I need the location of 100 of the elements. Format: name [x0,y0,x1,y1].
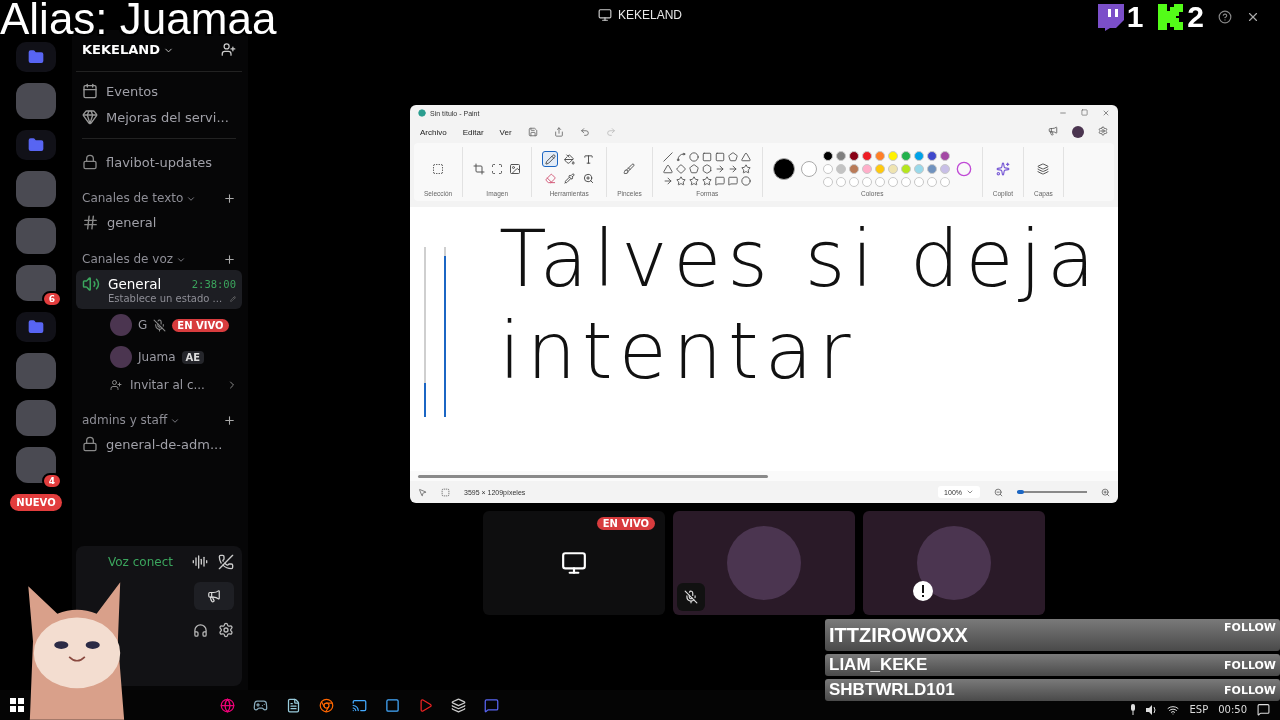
add-channel-icon[interactable] [223,191,236,205]
shape-icon[interactable] [727,151,738,162]
document-icon[interactable] [286,697,301,713]
shape-icon[interactable] [740,163,751,174]
screen-share-tile[interactable]: EN VIVO [483,511,665,615]
headphones-icon[interactable] [193,622,208,638]
voice-channel[interactable]: General 2:38:00 Establece un estado ... [76,270,242,309]
drawing-canvas[interactable]: Talves si deja intentar [410,207,1118,471]
shape-icon[interactable] [714,163,725,174]
color-swatch[interactable] [900,150,911,161]
server-icon[interactable] [16,218,56,254]
clock[interactable]: 00:50 [1218,704,1247,715]
menu-item[interactable]: Archivo [420,127,447,137]
empty-swatch[interactable] [874,176,885,187]
tool-button[interactable] [542,151,559,167]
participant-tile[interactable] [863,511,1045,615]
empty-swatch[interactable] [835,176,846,187]
server-icon[interactable] [16,353,56,389]
color-swatch[interactable] [874,163,885,174]
browser-icon[interactable] [319,697,334,713]
layers-icon[interactable] [1037,162,1050,175]
disconnect-icon[interactable] [218,554,234,570]
color-swatch[interactable] [874,150,885,161]
shape-icon[interactable] [740,175,751,186]
server-icon[interactable] [16,171,56,207]
soundboard-button[interactable] [194,582,234,610]
play-icon[interactable] [418,697,433,713]
resize-icon[interactable] [491,162,504,175]
shape-icon[interactable] [675,175,686,186]
shape-icon[interactable] [701,163,712,174]
category-header[interactable]: admins y staff [82,413,181,427]
color-swatch[interactable] [835,150,846,161]
voice-member[interactable]: G EN VIVO [76,309,242,341]
add-channel-icon[interactable] [223,413,236,427]
shape-icon[interactable] [662,163,673,174]
shape-icon[interactable] [727,163,738,174]
shape-icon[interactable] [701,151,712,162]
text-channel[interactable]: flavibot-updates [76,149,242,175]
category-header[interactable]: Canales de voz [82,252,187,266]
shape-icon[interactable] [662,175,673,186]
color-swatch[interactable] [939,163,950,174]
shape-icon[interactable] [662,151,673,162]
color-swatch[interactable] [887,150,898,161]
shape-icon[interactable] [714,151,725,162]
color-swatch[interactable] [822,150,833,161]
share-icon[interactable] [553,127,564,137]
megaphone-icon[interactable] [1048,126,1058,136]
color-swatch[interactable] [861,150,872,161]
empty-swatch[interactable] [861,176,872,187]
color-swatch[interactable] [926,163,937,174]
color-swatch[interactable] [913,150,924,161]
selection-icon[interactable] [432,162,445,175]
language-indicator[interactable]: ESP [1189,704,1209,715]
server-icon[interactable] [16,83,56,119]
undo-icon[interactable] [579,127,590,137]
color-swatch[interactable] [861,163,872,174]
tool-button[interactable] [561,170,578,186]
color-swatch[interactable] [887,163,898,174]
gamepad-icon[interactable] [253,697,268,713]
color-swatch[interactable] [939,150,950,161]
server-folder[interactable] [16,312,56,342]
color-swatch[interactable] [900,163,911,174]
add-channel-icon[interactable] [223,252,236,266]
settings-icon[interactable] [218,622,234,638]
brush-icon[interactable] [623,162,636,175]
empty-swatch[interactable] [926,176,937,187]
new-badge[interactable]: NUEVO [10,494,62,511]
app-icon[interactable] [451,697,466,713]
server-folder[interactable] [16,42,56,72]
save-icon[interactable] [527,127,538,137]
sidebar-item[interactable]: Eventos [76,78,242,104]
color-swatch[interactable] [822,163,833,174]
audio-icon[interactable] [192,554,208,570]
app-icon[interactable] [352,697,367,713]
sidebar-item[interactable]: Mejoras del servi... [76,104,242,130]
maximize-icon[interactable] [1081,109,1088,116]
copilot-icon[interactable] [995,161,1010,176]
color-swatch[interactable] [835,163,846,174]
shape-icon[interactable] [675,151,686,162]
shape-icon[interactable] [740,151,751,162]
invite-link[interactable]: Invitar al c... [76,373,242,397]
notifications-icon[interactable] [1257,703,1270,716]
empty-swatch[interactable] [887,176,898,187]
voice-member[interactable]: Juama AE [76,341,242,373]
category-header[interactable]: Canales de texto [82,191,197,205]
tool-button[interactable] [561,151,578,167]
image-icon[interactable] [509,162,522,175]
shape-icon[interactable] [727,175,738,186]
empty-swatch[interactable] [822,176,833,187]
participant-tile[interactable] [673,511,855,615]
empty-swatch[interactable] [939,176,950,187]
start-icon[interactable] [10,698,24,712]
color-swatch[interactable] [926,150,937,161]
shape-icon[interactable] [688,163,699,174]
color-swatch[interactable] [848,150,859,161]
zoom-in-icon[interactable] [1101,487,1110,497]
empty-swatch[interactable] [848,176,859,187]
invite-icon[interactable] [221,42,236,57]
shape-icon[interactable] [688,175,699,186]
server-name[interactable]: KEKELAND [82,42,174,57]
